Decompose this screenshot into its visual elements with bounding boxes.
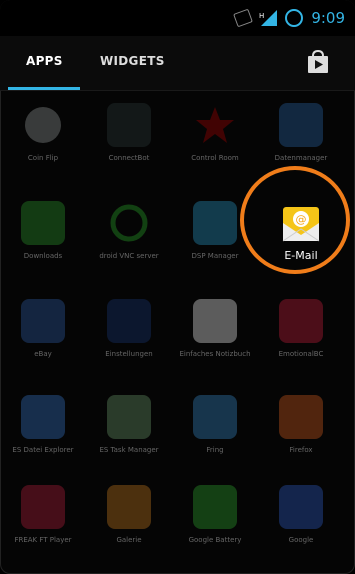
highlight-ring [240, 166, 350, 274]
tree-icon [193, 485, 237, 529]
app-droid-vnc-server[interactable]: droid VNC server [88, 193, 170, 289]
camera-icon [279, 103, 323, 147]
app-label: DSP Manager [191, 252, 239, 260]
app-label: FREAK FT Player [14, 536, 72, 544]
dot-icon [279, 299, 323, 343]
tab-widgets[interactable]: WIDGETS [100, 54, 165, 68]
signal-type-label: H [259, 12, 264, 20]
firefox-icon [279, 395, 323, 439]
terminal-icon [107, 103, 151, 147]
coin-icon [21, 103, 65, 147]
vibrate-icon [233, 8, 254, 28]
pen-icon [193, 299, 237, 343]
gallery-icon [107, 485, 151, 529]
app-label: ConnectBot [108, 154, 150, 162]
app-label: ES Task Manager [99, 446, 159, 454]
app-label: eBay [34, 350, 52, 358]
app-label: Control Room [191, 154, 239, 162]
app-fring[interactable]: Fring [174, 387, 256, 483]
tab-apps[interactable]: APPS [26, 54, 63, 68]
app-google[interactable]: Google [260, 477, 342, 573]
app-einstellungen[interactable]: Einstellungen [88, 291, 170, 387]
app-label: Coin Flip [27, 154, 59, 162]
app-freak-ft-player[interactable]: FREAK FT Player [2, 477, 84, 573]
cloud-icon [21, 395, 65, 439]
app-google-battery[interactable]: Google Battery [174, 477, 256, 573]
tab-bar: APPS WIDGETS [0, 36, 355, 91]
app-emotionalbc[interactable]: EmotionalBC [260, 291, 342, 387]
ring-icon [107, 201, 151, 245]
signal-icon: H [259, 10, 278, 26]
app-ebay[interactable]: eBay [2, 291, 84, 387]
app-control-room[interactable]: Control Room [174, 95, 256, 191]
status-bar: H 9:09 [0, 0, 355, 36]
phone-screen: H 9:09 APPS WIDGETS Coin Flip ConnectBot C… [0, 0, 355, 574]
app-es-datei-explorer[interactable]: ES Datei Explorer [2, 387, 84, 483]
app-downloads[interactable]: Downloads [2, 193, 84, 289]
star-icon [193, 103, 237, 147]
app-label: Einfaches Notizbuch [179, 350, 251, 358]
app-label: Firefox [289, 446, 313, 454]
blue-square-icon [107, 299, 151, 343]
app-label: EmotionalBC [278, 350, 324, 358]
app-firefox[interactable]: Firefox [260, 387, 342, 483]
play-store-icon[interactable] [307, 49, 329, 74]
equalizer-icon [193, 201, 237, 245]
app-label: ES Datei Explorer [12, 446, 74, 454]
dots-icon [193, 395, 237, 439]
app-label: Google [288, 536, 314, 544]
download-icon [21, 201, 65, 245]
app-connectbot[interactable]: ConnectBot [88, 95, 170, 191]
app-label: Datenmanager [274, 154, 328, 162]
clock: 9:09 [311, 9, 345, 27]
app-label: Einstellungen [105, 350, 153, 358]
sync-icon [285, 9, 304, 27]
app-label: Galerie [116, 536, 142, 544]
app-galerie[interactable]: Galerie [88, 477, 170, 573]
app-label: Google Battery [188, 536, 242, 544]
gauge-icon [107, 395, 151, 439]
app-label: Fring [206, 446, 224, 454]
ebay-icon [21, 299, 65, 343]
app-coin-flip[interactable]: Coin Flip [2, 95, 84, 191]
app-es-task-manager[interactable]: ES Task Manager [88, 387, 170, 483]
google-icon [279, 485, 323, 529]
tab-selected-indicator [8, 87, 80, 90]
app-einfaches-notizbuch[interactable]: Einfaches Notizbuch [174, 291, 256, 387]
play-icon [21, 485, 65, 529]
app-label: droid VNC server [99, 252, 159, 260]
app-label: Downloads [23, 252, 63, 260]
